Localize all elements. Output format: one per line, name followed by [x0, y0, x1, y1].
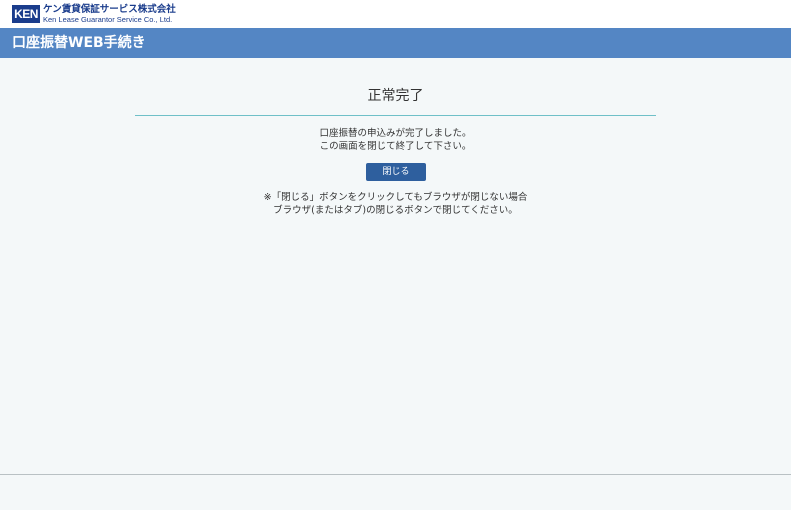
logo-text: ケン賃貸保証サービス株式会社 Ken Lease Guarantor Servi…	[43, 5, 176, 23]
footer-divider	[0, 474, 791, 475]
title-divider	[135, 115, 656, 116]
logo-mark: KEN	[12, 5, 40, 23]
company-name-jp: ケン賃貸保証サービス株式会社	[43, 4, 176, 15]
company-name-en: Ken Lease Guarantor Service Co., Ltd.	[43, 14, 173, 24]
completion-message: 口座振替の申込みが完了しました。 この画面を閉じて終了して下さい。	[0, 127, 791, 153]
company-logo: KEN ケン賃貸保証サービス株式会社 Ken Lease Guarantor S…	[12, 4, 176, 24]
close-note: ※「閉じる」ボタンをクリックしてもブラウザが閉じない場合 ブラウザ(またはタブ)…	[0, 192, 791, 217]
message-line: 口座振替の申込みが完了しました。	[319, 128, 472, 139]
page-title: 口座振替WEB手続き	[12, 35, 146, 51]
close-button[interactable]: 閉じる	[366, 163, 426, 181]
note-line: ブラウザ(またはタブ)の閉じるボタンで閉じてください。	[273, 204, 518, 216]
page-header: 口座振替WEB手続き	[0, 28, 791, 58]
top-bar: KEN ケン賃貸保証サービス株式会社 Ken Lease Guarantor S…	[0, 0, 791, 28]
message-line: この画面を閉じて終了して下さい。	[319, 141, 472, 152]
completion-title: 正常完了	[367, 88, 424, 104]
note-line: ※「閉じる」ボタンをクリックしてもブラウザが閉じない場合	[263, 192, 528, 203]
